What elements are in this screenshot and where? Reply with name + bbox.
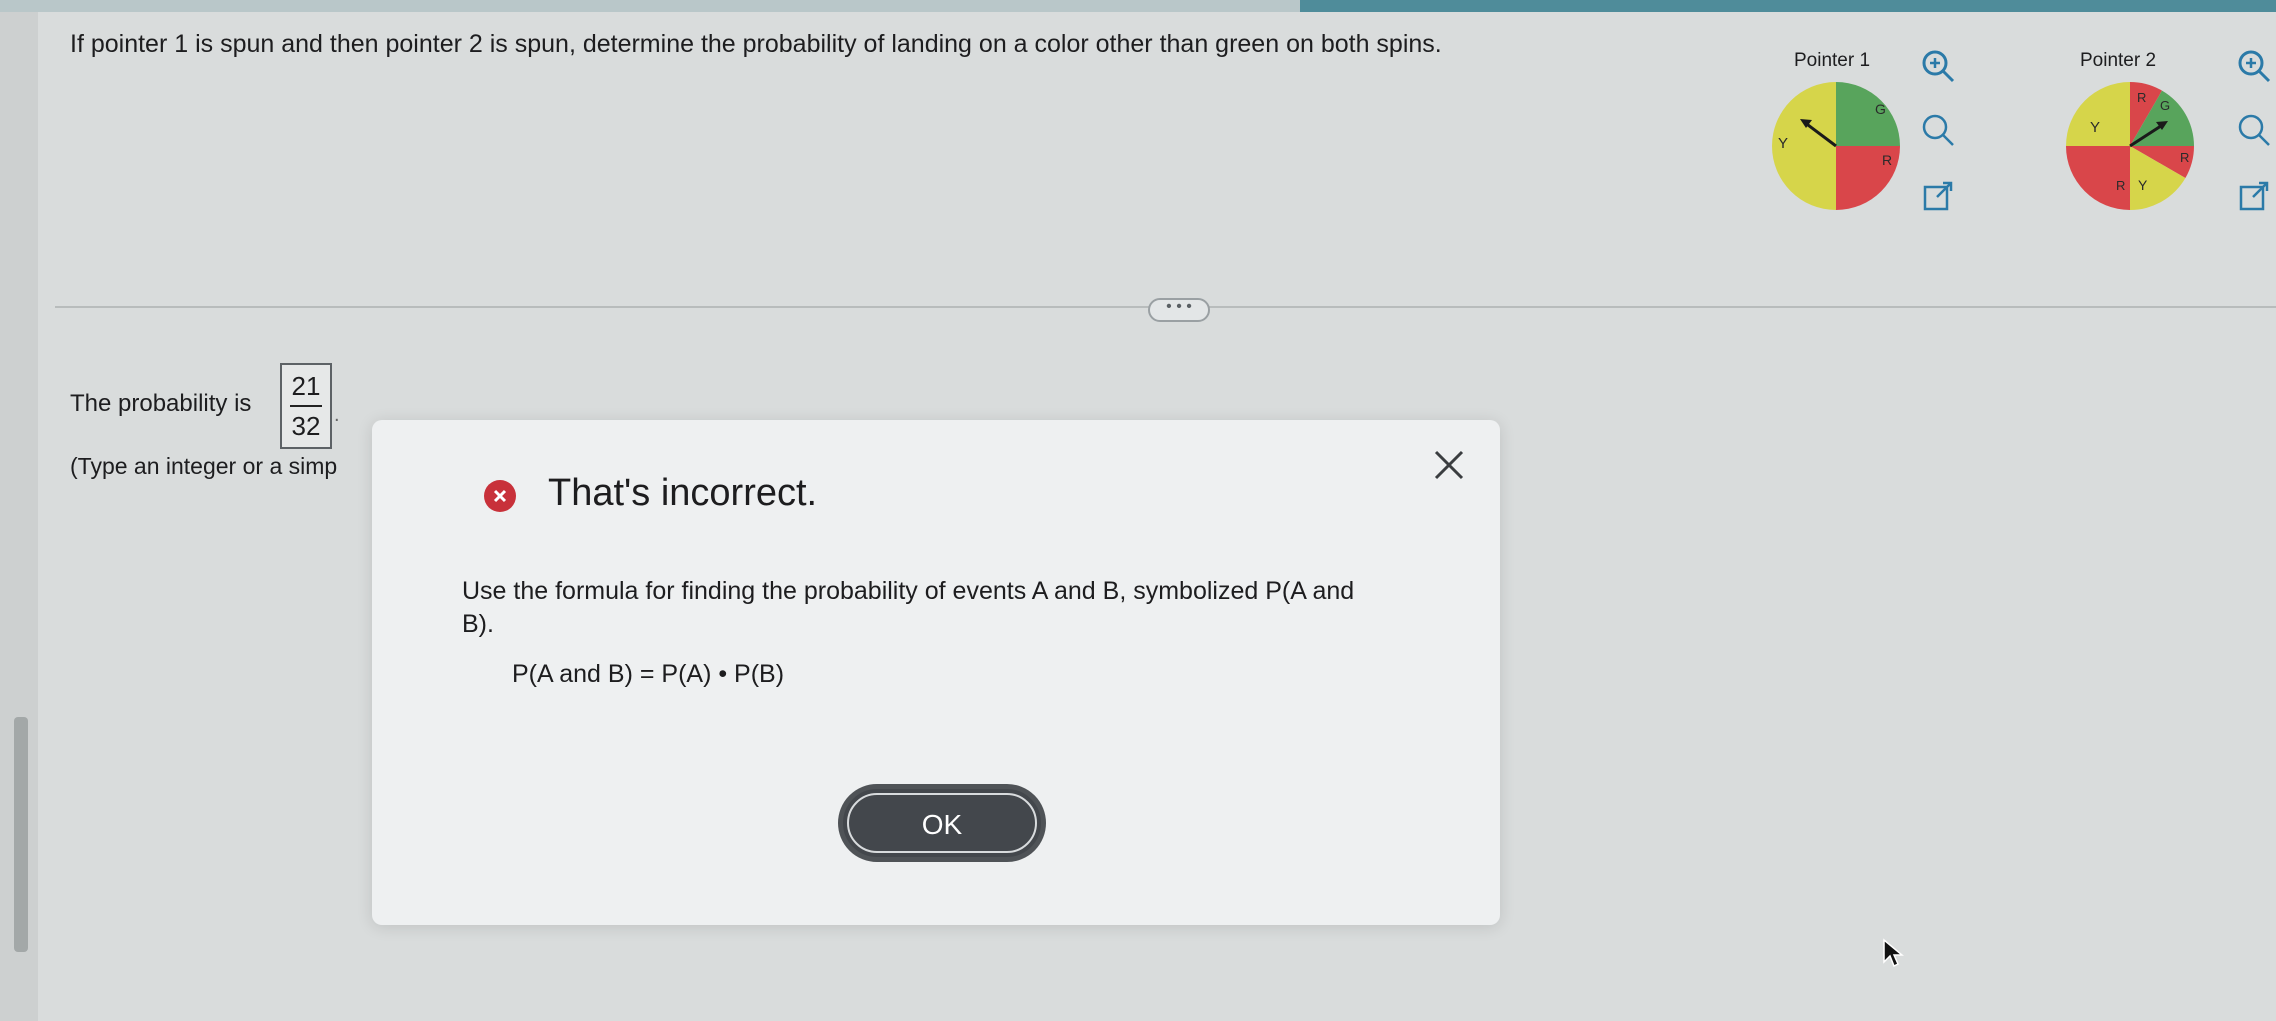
fraction-denominator: 32 — [291, 411, 321, 441]
pointer-2-label-r2: R — [2180, 150, 2189, 165]
scrollbar[interactable] — [14, 717, 28, 952]
pointer-1-label-g: G — [1875, 101, 1886, 117]
expand-icon[interactable] — [1918, 176, 1960, 218]
answer-prefix: The probability is — [70, 390, 252, 417]
question-text: If pointer 1 is spun and then pointer 2 … — [70, 30, 1442, 58]
fraction-bar — [290, 405, 322, 407]
zoom-out-icon[interactable] — [1918, 110, 1960, 152]
zoom-in-icon[interactable] — [2234, 46, 2276, 88]
pointer-2-label-y1: Y — [2138, 177, 2148, 193]
pointer-1-spinner: G R Y — [1772, 82, 1900, 210]
zoom-in-icon[interactable] — [1918, 46, 1960, 88]
pointer-2-spinner: R G R Y R Y — [2066, 82, 2194, 210]
close-icon[interactable] — [1432, 448, 1466, 482]
feedback-dialog: That's incorrect. Use the formula for fi… — [372, 420, 1500, 925]
mouse-cursor-icon — [1883, 938, 1904, 968]
fraction-numerator: 21 — [291, 371, 321, 401]
pointer-2-label-r1: R — [2137, 90, 2146, 105]
left-rail — [0, 12, 38, 1021]
answer-input[interactable]: 21 32 — [280, 363, 332, 449]
answer-suffix: . — [334, 404, 340, 426]
zoom-out-icon[interactable] — [2234, 110, 2276, 152]
top-bar — [0, 0, 2276, 12]
dialog-message: Use the formula for finding the probabil… — [462, 577, 1355, 638]
more-button[interactable]: • • • — [1148, 298, 1210, 322]
answer-hint: (Type an integer or a simp — [70, 453, 338, 479]
pointer-1-title: Pointer 1 — [1794, 50, 1871, 71]
pointer-1-label-r: R — [1882, 152, 1892, 168]
pointer-2-label-r3: R — [2116, 178, 2125, 193]
expand-icon[interactable] — [2234, 176, 2276, 218]
dialog-heading: That's incorrect. — [548, 472, 818, 514]
ok-button-label: OK — [921, 809, 963, 840]
pointer-2-title: Pointer 2 — [2080, 50, 2157, 71]
pointer-2-sector-yellow-b — [2066, 82, 2130, 146]
pointer-2-label-y2: Y — [2090, 119, 2100, 136]
error-icon — [484, 480, 516, 512]
pointer-2-label-g: G — [2160, 98, 2170, 113]
formula-text: P(A and B) = P(A) • P(B) — [512, 660, 785, 688]
pointer-1-label-y: Y — [1778, 135, 1788, 152]
ok-button[interactable]: OK — [838, 784, 1046, 862]
pointer-1-sector-green — [1836, 82, 1900, 146]
